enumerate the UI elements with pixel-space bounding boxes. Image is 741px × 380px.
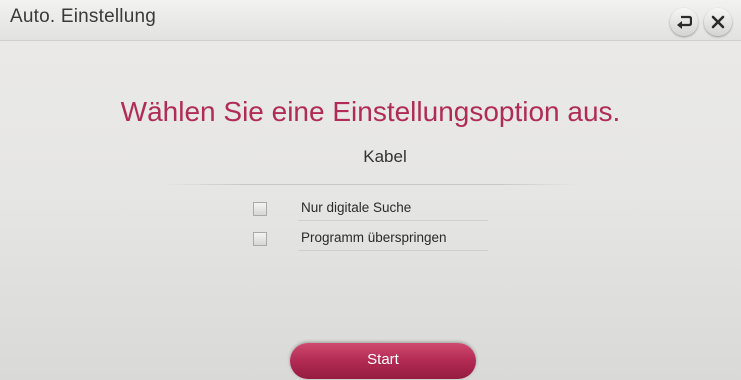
close-button[interactable]	[704, 8, 732, 36]
option-underline	[298, 250, 488, 251]
source-label: Kabel	[363, 147, 407, 166]
title-bar: Auto. Einstellung	[0, 0, 741, 41]
tv-settings-screen: Auto. Einstellung Wählen Sie eine Einste…	[0, 0, 741, 380]
option-skip-programs[interactable]: Programm überspringen	[248, 226, 548, 254]
option-label: Nur digitale Suche	[301, 200, 412, 215]
option-label: Programm überspringen	[301, 230, 447, 245]
back-button[interactable]	[670, 8, 698, 36]
back-arrow-icon	[676, 15, 692, 29]
window-title: Auto. Einstellung	[10, 6, 156, 27]
divider	[160, 184, 580, 185]
option-underline	[298, 220, 488, 221]
close-icon	[711, 15, 725, 29]
option-digital-search[interactable]: Nur digitale Suche	[248, 196, 548, 224]
start-button[interactable]: Start	[290, 343, 476, 379]
digital-search-checkbox[interactable]	[253, 202, 267, 216]
page-heading: Wählen Sie eine Einstellungsoption aus.	[120, 96, 621, 127]
skip-programs-checkbox[interactable]	[253, 232, 267, 246]
